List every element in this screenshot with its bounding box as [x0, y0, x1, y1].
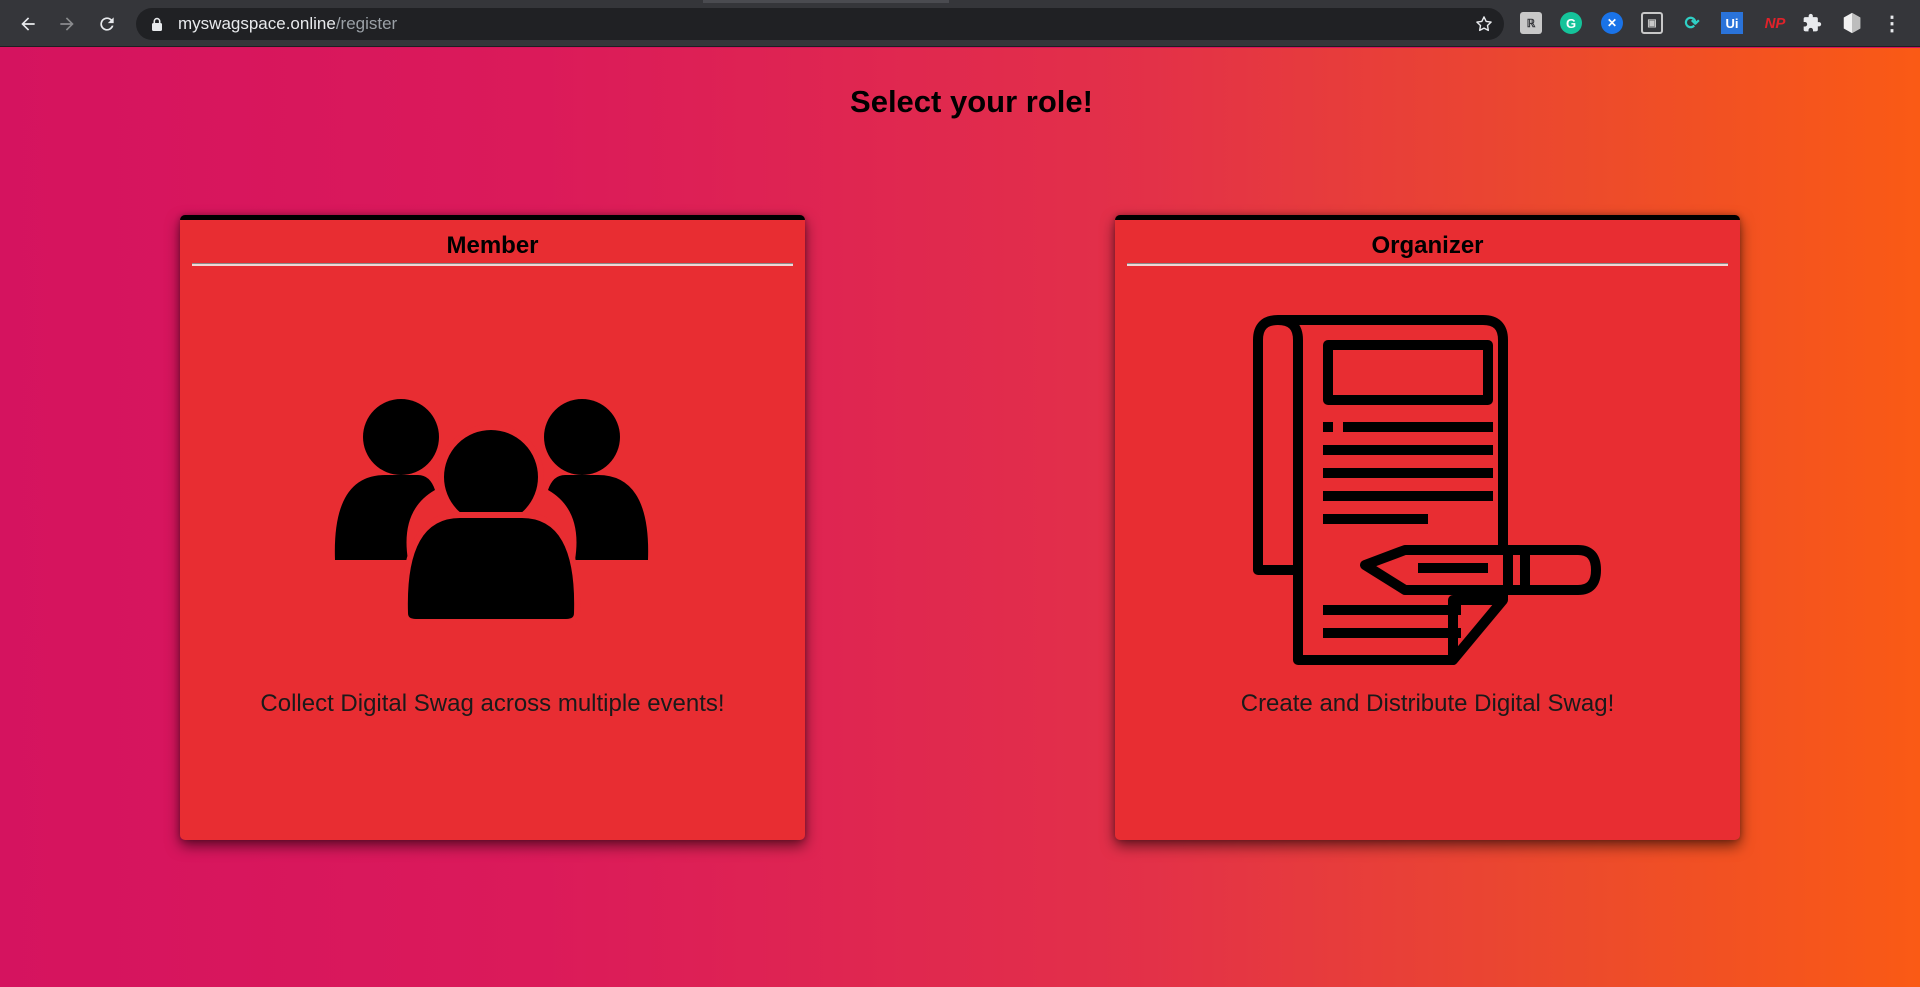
organizer-card-description: Create and Distribute Digital Swag! — [1240, 690, 1615, 717]
grammarly-icon[interactable]: G — [1560, 12, 1582, 34]
address-bar[interactable]: myswagspace.online/register — [136, 8, 1504, 40]
member-role-card[interactable]: Member Collect Digital Swag across multi… — [180, 215, 805, 840]
card-divider — [192, 263, 793, 266]
organizer-role-card[interactable]: Organizer Create and Distribute Digital … — [1115, 215, 1740, 840]
url-path: /register — [335, 14, 398, 33]
forward-button[interactable] — [51, 8, 83, 40]
reload-icon — [100, 17, 114, 31]
page-title: Select your role! — [850, 84, 1093, 119]
kebab-menu-icon[interactable]: ⋮ — [1881, 12, 1903, 35]
url-text: myswagspace.online/register — [178, 8, 397, 40]
profile-avatar-icon[interactable] — [1841, 12, 1863, 34]
active-tab-indicator — [703, 0, 949, 3]
reload-button[interactable] — [91, 8, 123, 40]
tab-manager-icon[interactable]: ▣ — [1641, 12, 1663, 34]
extensions-puzzle-icon[interactable] — [1801, 12, 1823, 34]
uipath-label: Ui — [1725, 15, 1739, 31]
url-host: myswagspace.online — [178, 14, 336, 33]
register-page: Select your role! Member Collect Digital… — [0, 48, 1920, 987]
np-label: NP — [1764, 14, 1786, 32]
member-card-description: Collect Digital Swag across multiple eve… — [260, 690, 725, 717]
lock-icon — [152, 17, 162, 31]
back-button[interactable] — [12, 8, 44, 40]
organizer-card-title: Organizer — [1371, 232, 1484, 259]
np-extension-icon[interactable]: NP — [1761, 12, 1789, 34]
arrow-left-icon — [21, 17, 35, 31]
card-divider — [1127, 263, 1728, 266]
bookmark-star-icon[interactable] — [1474, 14, 1494, 34]
sync-extension-icon[interactable]: ⟳ — [1681, 12, 1703, 34]
reader-extension-icon[interactable]: ℝ — [1520, 12, 1542, 34]
people-group-icon — [334, 399, 649, 625]
document-pencil-icon — [1253, 315, 1601, 665]
arrow-right-icon — [60, 17, 74, 31]
translate-extension-icon[interactable]: ✕ — [1601, 12, 1623, 34]
browser-toolbar: myswagspace.online/register ℝ G ✕ ▣ ⟳ Ui… — [0, 0, 1920, 47]
member-card-title: Member — [446, 232, 539, 259]
grammarly-label: G — [1565, 15, 1577, 31]
uipath-icon[interactable]: Ui — [1721, 12, 1743, 34]
